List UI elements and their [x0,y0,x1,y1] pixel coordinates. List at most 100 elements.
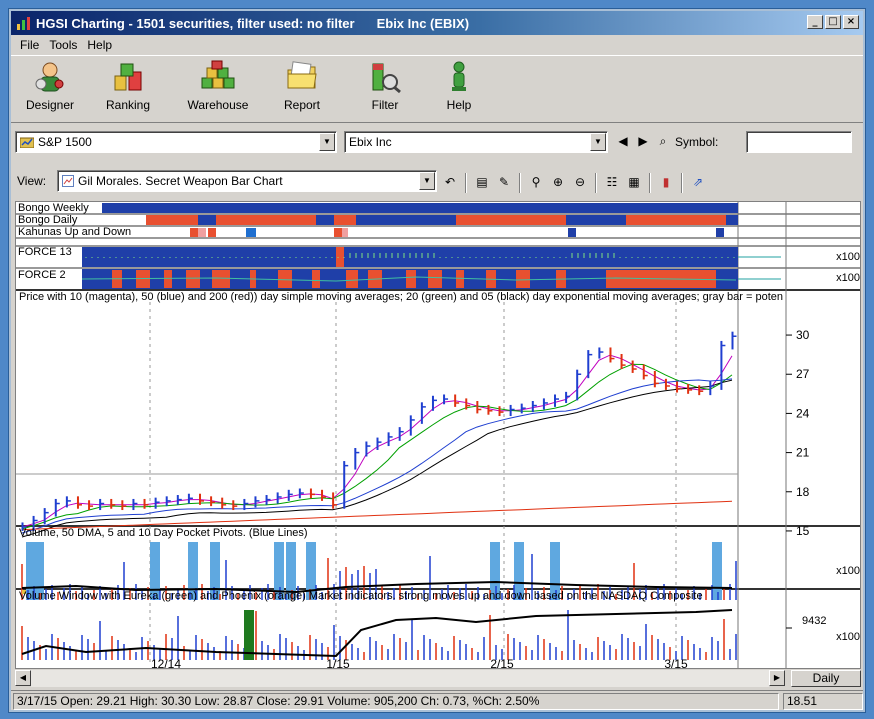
bongo-daily-red-segment [626,215,726,225]
force13-scale: x100 [836,251,860,263]
indicator-label-force13: FORCE 13 [18,246,72,258]
menu-tools[interactable]: Tools [44,38,82,52]
force13-red-mark [336,247,344,267]
undo-view-icon[interactable]: ↶ [441,173,459,191]
kahunas-segment [716,228,724,237]
window-title: HGSI Charting - 1501 securities, filter … [36,15,355,31]
help-button[interactable]: Help [424,60,494,112]
chevron-down-icon[interactable]: ▼ [590,133,606,151]
force2-red-segment [346,270,358,288]
bongo-daily-red-segment [334,215,356,225]
volume-panel-title: Volume, 50 DMA, 5 and 10 Day Pocket Pivo… [19,527,308,539]
price-grid [16,302,738,662]
menu-bar: File Tools Help [11,35,863,55]
report-folder-icon [287,61,317,89]
price-axis-ticks: 15 18 21 24 27 30 [786,328,810,538]
chevron-down-icon[interactable]: ▼ [419,172,435,190]
date-tick-label: 12/14 [151,657,181,669]
app-window: HGSI Charting - 1501 securities, filter … [9,9,865,712]
title-bar[interactable]: HGSI Charting - 1501 securities, filter … [11,11,863,35]
scroll-right-icon[interactable]: ▶ [769,670,785,686]
zoom-in-icon[interactable]: ⊕ [549,173,567,191]
ranking-button[interactable]: Ranking [93,60,163,112]
warehouse-icon [201,60,235,89]
chart-view-icon [62,175,74,187]
export-icon[interactable]: ⇗ [689,173,707,191]
force2-red-segment [428,270,442,288]
price-tick-label: 30 [796,328,810,342]
next-security-icon[interactable]: ▶ [634,132,652,150]
ranking-label: Ranking [105,98,151,112]
report-button[interactable]: Report [267,60,337,112]
warehouse-button[interactable]: Warehouse [183,60,253,112]
ma50-line [21,378,733,534]
table-icon[interactable]: ▦ [625,173,643,191]
close-button[interactable]: × [843,15,859,29]
binoculars-icon[interactable]: ⌕ [654,132,672,150]
zoom-icon[interactable]: ⚲ [527,173,545,191]
security-title: Ebix Inc (EBIX) [376,15,470,31]
view-value: Gil Morales. Secret Weapon Bar Chart [78,174,283,188]
menu-help[interactable]: Help [82,38,117,52]
bongo-weekly-band [102,203,738,213]
view-select[interactable]: Gil Morales. Secret Weapon Bar Chart ▼ [57,170,437,192]
universe-select[interactable]: S&P 1500 ▼ [15,131,337,153]
previous-security-icon[interactable]: ◀ [614,132,632,150]
filter-label: Filter [371,98,399,112]
price-tick-label: 18 [796,485,810,499]
kahunas-segment [246,228,256,237]
menu-file[interactable]: File [15,38,44,52]
view-row: View: Gil Morales. Secret Weapon Bar Cha… [11,168,863,196]
indicator-label-bongo-weekly: Bongo Weekly [18,202,89,214]
price-tick-label: 15 [796,524,810,538]
warehouse-label: Warehouse [187,98,249,112]
force2-red-segment [406,270,416,288]
toolbar-separator [519,173,521,193]
kahunas-segment [334,228,342,237]
security-value: Ebix Inc [349,135,392,149]
security-select[interactable]: Ebix Inc ▼ [344,131,608,153]
chevron-down-icon[interactable]: ▼ [319,133,335,151]
force2-red-segment [516,270,530,288]
force2-scale: x100 [836,272,860,284]
price-chart-svg[interactable]: Bongo Weekly Bongo Daily Kahunas Up and … [16,202,861,669]
market-panel-title: Volume Window with Eureka (green) and Ph… [19,590,703,602]
help-person-icon [452,61,466,91]
indicator-label-kahunas: Kahunas Up and Down [18,226,131,238]
cursor-price: 18.51 [783,693,863,710]
period-button[interactable]: Daily [791,670,861,687]
horizontal-scrollbar[interactable]: ◀ ▶ Daily [15,670,861,688]
report-label: Report [283,98,321,112]
market-scale: x100 [836,631,860,643]
date-tick-label: 2/15 [490,657,514,669]
minimize-button[interactable]: _ [807,15,823,29]
force2-red-segment [456,270,464,288]
bar-chart-icon[interactable]: ▮ [657,173,675,191]
maximize-button[interactable]: □ [825,15,841,29]
designer-button[interactable]: Designer [15,60,85,112]
help-label: Help [446,98,472,112]
symbol-input[interactable] [746,131,852,153]
nasdaq-line [21,609,733,658]
toolbar-separator [595,173,597,193]
force2-red-segment [186,270,200,288]
properties-icon[interactable]: ▤ [473,173,491,191]
price-panel-title: Price with 10 (magenta), 50 (blue) and 2… [19,291,783,303]
zoom-out-icon[interactable]: ⊖ [571,173,589,191]
bongo-daily-red-segment [216,215,316,225]
scroll-track[interactable] [31,670,769,687]
grid-lines-icon[interactable]: ☷ [603,173,621,191]
indicator-label-bongo-daily: Bongo Daily [18,214,78,226]
filter-button[interactable]: Filter [350,60,420,112]
force2-red-segment [312,270,320,288]
scroll-left-icon[interactable]: ◀ [15,670,31,686]
force2-red-segment [278,270,292,288]
bongo-daily-red-segment [146,215,198,225]
main-toolbar: Designer Ranking Warehouse Report Filter… [11,55,863,123]
folder-chart-icon [20,137,34,148]
edit-view-icon[interactable]: ✎ [495,173,513,191]
kahunas-segment [190,228,198,237]
chart-area[interactable]: Bongo Weekly Bongo Daily Kahunas Up and … [15,201,861,669]
toolbar-separator [649,173,651,193]
price-tick-label: 24 [796,406,810,420]
